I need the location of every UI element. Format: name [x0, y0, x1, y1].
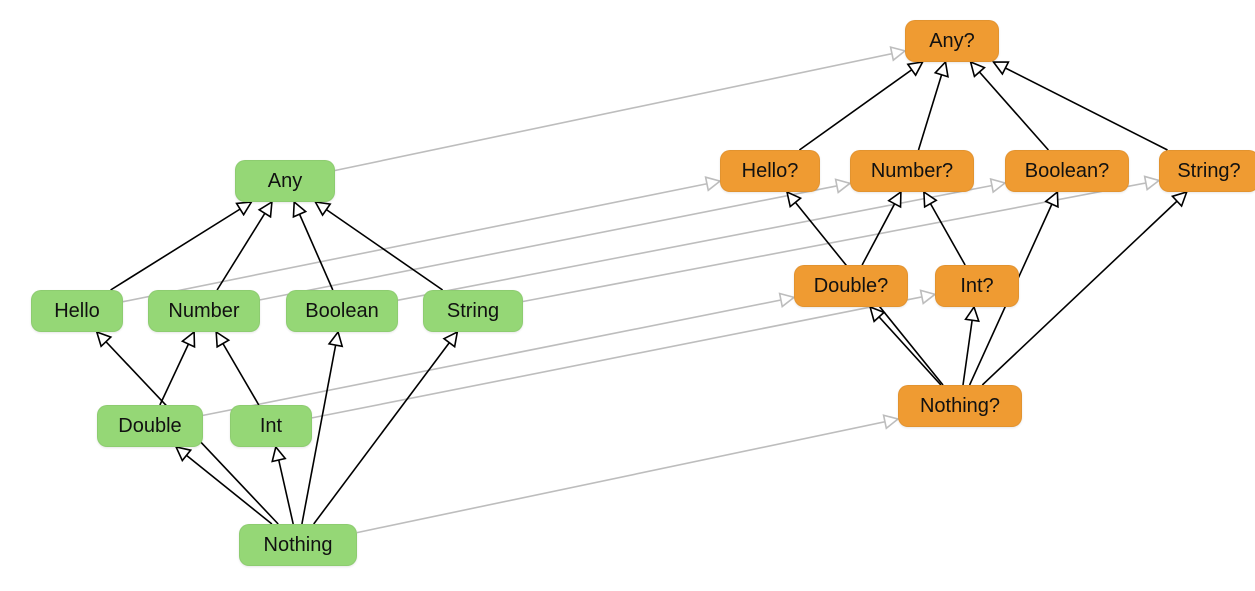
type-node-string: String	[423, 290, 523, 332]
type-hierarchy-diagram: { "diagram": { "description": "Type hier…	[0, 0, 1255, 591]
edge-nothing-nothingq	[357, 419, 898, 533]
type-node-helloq: Hello?	[720, 150, 820, 192]
edge-double-number	[160, 332, 194, 405]
edge-number-numberq	[260, 183, 850, 300]
type-node-double: Double	[97, 405, 203, 447]
edge-nothingq-intq	[963, 307, 974, 385]
type-node-hello: Hello	[31, 290, 123, 332]
type-node-number: Number	[148, 290, 260, 332]
type-node-stringq: String?	[1159, 150, 1255, 192]
edge-hello-helloq	[123, 181, 720, 302]
type-node-any: Any	[235, 160, 335, 202]
edge-number-any	[217, 202, 272, 290]
edge-string-any	[315, 202, 442, 290]
type-node-nothingq: Nothing?	[898, 385, 1022, 427]
edge-numberq-anyq	[919, 62, 946, 150]
edge-nothing-string	[314, 332, 458, 524]
edge-boolean-any	[294, 202, 333, 290]
type-node-nothing: Nothing	[239, 524, 357, 566]
edge-stringq-anyq	[994, 62, 1168, 150]
edge-any-anyq	[335, 51, 905, 171]
type-node-numberq: Number?	[850, 150, 974, 192]
edge-boolean-booleanq	[398, 183, 1005, 300]
edge-nothing-int	[276, 447, 293, 524]
edge-nothingq-doubleq	[870, 307, 941, 385]
edge-hello-any	[111, 202, 252, 290]
type-node-intq: Int?	[935, 265, 1019, 307]
type-node-doubleq: Double?	[794, 265, 908, 307]
edge-int-intq	[312, 294, 935, 418]
type-node-booleanq: Boolean?	[1005, 150, 1129, 192]
edge-doubleq-numberq	[862, 192, 901, 265]
edge-intq-numberq	[924, 192, 965, 265]
edge-nothing-double	[176, 447, 272, 524]
edge-int-number	[216, 332, 259, 405]
type-node-int: Int	[230, 405, 312, 447]
type-node-boolean: Boolean	[286, 290, 398, 332]
edge-booleanq-anyq	[971, 62, 1049, 150]
type-node-anyq: Any?	[905, 20, 999, 62]
edge-helloq-anyq	[799, 62, 922, 150]
